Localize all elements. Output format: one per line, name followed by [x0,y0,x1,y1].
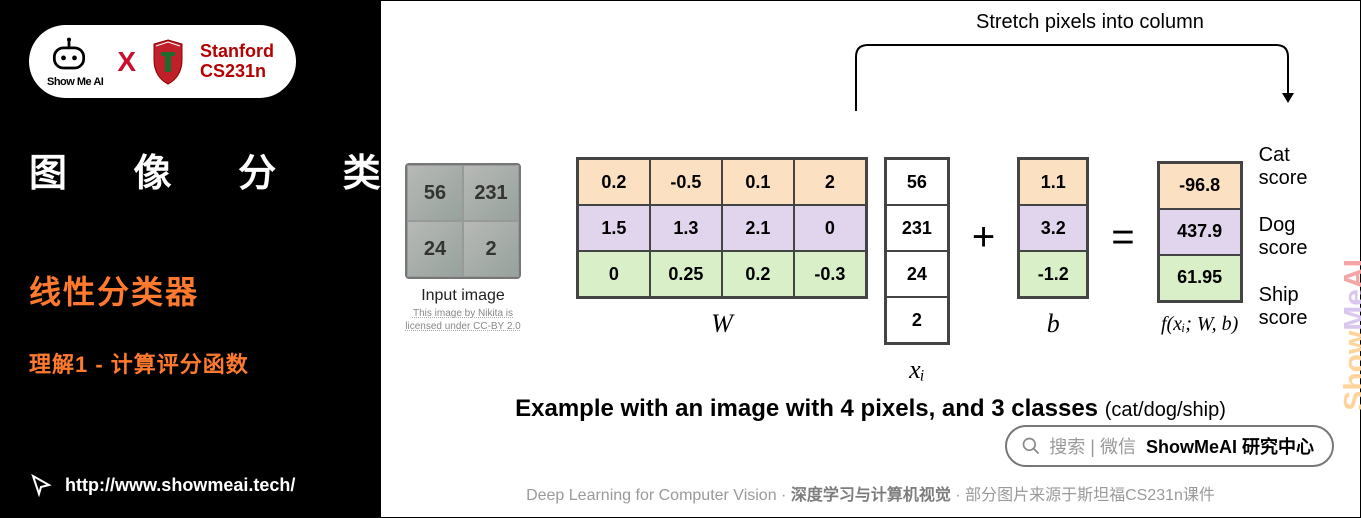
main-caption: Example with an image with 4 pixels, and… [381,395,1360,423]
f-cell: 437.9 [1159,209,1241,255]
W-matrix: 0.2 -0.5 0.1 2 1.5 1.3 2.1 0 0 0.25 0.2 … [576,157,868,339]
brand-badge: Show Me AI X Stanford CS231n [29,25,296,98]
stretch-label: Stretch pixels into column [976,11,1204,34]
slide-root: Show Me AI X Stanford CS231n 图 像 分 类 线性分… [0,0,1361,518]
stanford-text: Stanford CS231n [200,42,274,82]
input-image: 56 231 24 2 [405,163,521,279]
W-cell: 0.2 [722,251,794,297]
x-label: xᵢ [909,355,925,385]
b-vector: 1.1 3.2 -1.2 b [1017,157,1089,339]
f-vector: -96.8 437.9 61.95 f(xᵢ; W, b) [1157,161,1243,336]
score-labels: Cat score Dog score Ship score [1259,144,1336,330]
x-cell: 231 [886,205,948,251]
W-cell: 0.1 [722,159,794,205]
W-cell: 1.3 [650,205,722,251]
x-cell: 2 [886,297,948,343]
stanford-line2: CS231n [200,62,274,82]
pixel-cell: 2 [463,221,519,277]
plus-op: + [966,215,1001,260]
W-cell: -0.3 [794,251,866,297]
search-hint: 搜索 | 微信 [1049,433,1136,459]
W-cell: 2 [794,159,866,205]
cursor-icon [29,473,53,497]
search-strong: ShowMeAI 研究中心 [1146,433,1314,459]
W-label: W [711,309,733,339]
pixel-cell: 231 [463,165,519,221]
W-cell: 1.5 [578,205,650,251]
diagram: 56 231 24 2 Input image This image by Ni… [405,111,1336,385]
brand-text: Show Me AI [47,77,103,88]
left-panel: Show Me AI X Stanford CS231n 图 像 分 类 线性分… [1,1,381,517]
b-cell: 3.2 [1019,205,1087,251]
W-cell: 0.25 [650,251,722,297]
pixel-cell: 56 [407,165,463,221]
slide-subtitle: 理解1 - 计算评分函数 [29,347,353,379]
W-cell: 0.2 [578,159,650,205]
score-label: Cat score [1259,144,1336,190]
f-cell: -96.8 [1159,163,1241,209]
score-label: Ship score [1259,284,1336,330]
footer: Deep Learning for Computer Vision · 深度学习… [381,481,1360,505]
input-caption: Input image [421,287,505,305]
brand-x: X [117,46,136,78]
x-vector: 56 231 24 2 xᵢ [884,157,950,385]
robot-logo: Show Me AI [47,35,103,88]
pixel-cell: 24 [407,221,463,277]
W-cell: 0 [578,251,650,297]
right-panel: Stretch pixels into column 56 231 24 2 I… [381,1,1360,517]
eq-op: = [1105,215,1140,260]
W-cell: 0 [794,205,866,251]
b-label: b [1047,309,1060,339]
f-label: f(xᵢ; W, b) [1161,313,1238,336]
score-label: Dog score [1259,214,1336,260]
arrow-icon [796,37,1306,117]
W-cell: -0.5 [650,159,722,205]
stanford-line1: Stanford [200,42,274,62]
b-cell: 1.1 [1019,159,1087,205]
search-icon [1021,436,1041,456]
x-cell: 24 [886,251,948,297]
watermark: ShowMeAI [1339,259,1361,411]
slide-title: 线性分类器 [29,267,353,313]
slide-category: 图 像 分 类 [29,142,353,197]
W-cell: 2.1 [722,205,794,251]
search-badge[interactable]: 搜索 | 微信 ShowMeAI 研究中心 [1005,425,1334,467]
x-cell: 56 [886,159,948,205]
input-credit: This image by Nikita is licensed under C… [405,307,520,333]
f-cell: 61.95 [1159,255,1241,301]
source-link[interactable]: http://www.showmeai.tech/ [29,473,295,497]
stanford-shield-icon [150,38,186,86]
b-cell: -1.2 [1019,251,1087,297]
input-image-block: 56 231 24 2 Input image This image by Ni… [405,163,521,333]
robot-icon [47,35,91,79]
source-url: http://www.showmeai.tech/ [65,475,295,496]
